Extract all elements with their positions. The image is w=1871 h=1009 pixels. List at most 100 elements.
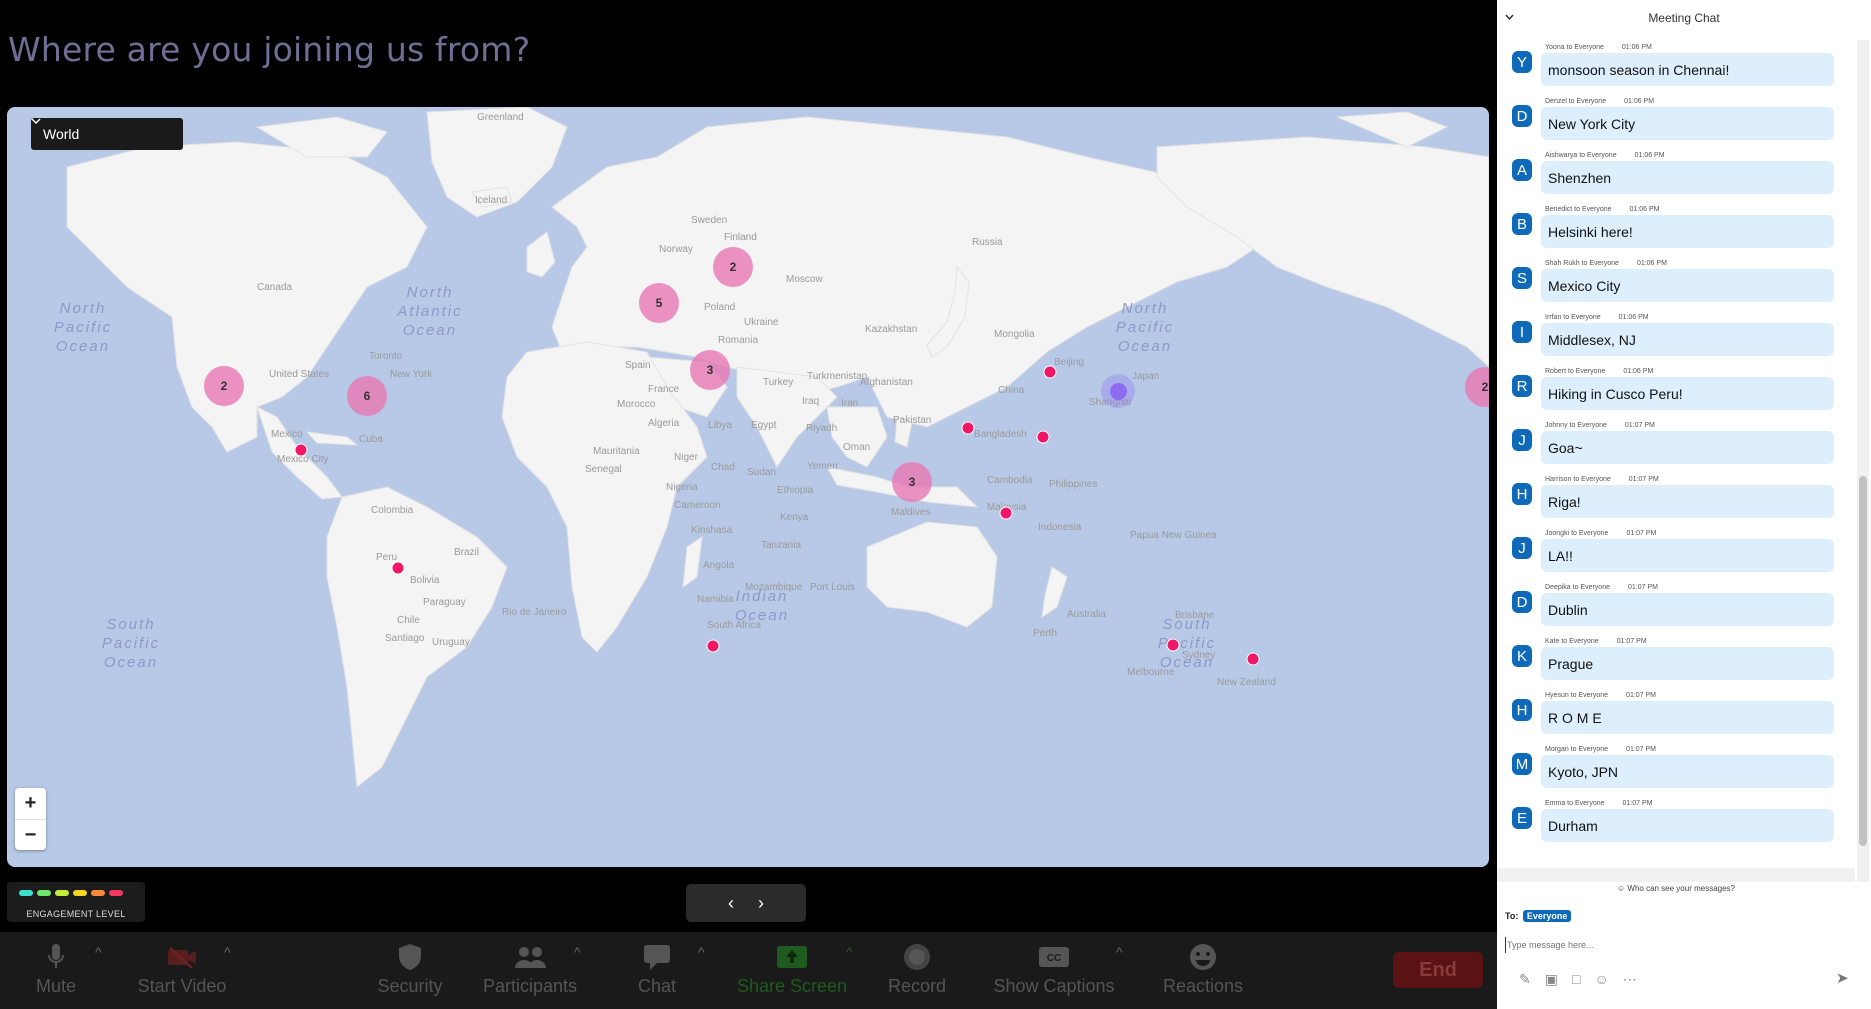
- map-cluster[interactable]: 3: [690, 350, 730, 390]
- mute-button[interactable]: Mute: [28, 940, 84, 997]
- map-pin[interactable]: [391, 561, 405, 575]
- chat-message-list[interactable]: Y Yoona to Everyone 01:06 PM monsoon season…: [1497, 40, 1855, 876]
- chat-options-caret[interactable]: ^: [698, 944, 705, 960]
- place-label: Uruguay: [432, 637, 470, 648]
- map-pin[interactable]: [1246, 652, 1260, 666]
- mute-options-caret[interactable]: ^: [95, 944, 102, 960]
- chat-scrollbar[interactable]: [1857, 40, 1869, 882]
- engagement-level: ENGAGEMENT LEVEL: [7, 882, 145, 922]
- place-label: Perth: [1033, 628, 1057, 639]
- chat-message: M Morgan to Everyone 01:07 PM Kyoto, JPN: [1497, 742, 1855, 796]
- message-time: 01:06 PM: [1629, 206, 1660, 213]
- zoom-in-button[interactable]: +: [15, 788, 46, 819]
- place-label: Mozambique: [745, 582, 803, 593]
- zoom-out-button[interactable]: −: [15, 819, 46, 851]
- place-label: Iran: [841, 398, 859, 409]
- message-text[interactable]: Hiking in Cusco Peru!: [1541, 377, 1834, 410]
- map-pin[interactable]: [1166, 638, 1180, 652]
- message-text[interactable]: New York City: [1541, 107, 1834, 140]
- who-can-see-link[interactable]: ☺ Who can see your messages?: [1497, 884, 1855, 893]
- message-text[interactable]: Mexico City: [1541, 269, 1834, 302]
- message-text[interactable]: Helsinki here!: [1541, 215, 1834, 248]
- map-pin[interactable]: [1043, 365, 1057, 379]
- message-text[interactable]: LA!!: [1541, 539, 1834, 572]
- place-label: Egypt: [751, 420, 777, 431]
- more-icon[interactable]: ⋯: [1623, 971, 1637, 988]
- place-label: Santiago: [385, 633, 425, 644]
- next-slide-button[interactable]: ›: [758, 893, 764, 914]
- share-screen-button[interactable]: Share Screen: [732, 940, 852, 997]
- file-icon[interactable]: □: [1572, 971, 1580, 988]
- engagement-bar: [37, 890, 51, 896]
- previous-slide-button[interactable]: ‹: [728, 893, 734, 914]
- chat-message: A Aishwarya to Everyone 01:06 PM Shenzhen: [1497, 148, 1855, 202]
- send-icon[interactable]: ➤: [1836, 969, 1849, 987]
- participants-button[interactable]: Participants: [474, 940, 586, 997]
- place-label: Senegal: [585, 464, 622, 475]
- avatar: H: [1512, 483, 1532, 505]
- map-cluster[interactable]: 3: [892, 462, 932, 502]
- message-time: 01:06 PM: [1624, 98, 1655, 105]
- world-map[interactable]: World North Pacific Ocean North Atlantic…: [7, 107, 1489, 867]
- engagement-bar: [91, 890, 105, 896]
- message-text[interactable]: Kyoto, JPN: [1541, 755, 1834, 788]
- format-icon[interactable]: ✎: [1519, 971, 1531, 988]
- chat-horizontal-scrollbar[interactable]: [1497, 868, 1855, 882]
- place-label: Mongolia: [994, 329, 1035, 340]
- map-pin[interactable]: [999, 506, 1013, 520]
- region-select[interactable]: World: [31, 118, 183, 150]
- place-label: Iraq: [802, 396, 820, 407]
- message-text[interactable]: R O M E: [1541, 701, 1834, 734]
- message-sender: Morgan to Everyone: [1545, 746, 1609, 753]
- recipient-select[interactable]: Everyone: [1522, 910, 1572, 922]
- captions-options-caret[interactable]: ^: [1116, 944, 1123, 960]
- chat-message: I Irrfan to Everyone 01:06 PM Middlesex, NJ: [1497, 310, 1855, 364]
- map-cluster[interactable]: 2: [204, 366, 244, 406]
- message-text[interactable]: Shenzhen: [1541, 161, 1834, 194]
- recipient-row: To: Everyone: [1505, 910, 1572, 922]
- map-cluster[interactable]: 5: [639, 283, 679, 323]
- message-text[interactable]: Prague: [1541, 647, 1834, 680]
- chat-scrollbar-thumb[interactable]: [1859, 476, 1867, 846]
- message-sender: Hyesun to Everyone: [1545, 692, 1609, 699]
- place-label: Tanzania: [761, 540, 802, 551]
- chat-button[interactable]: Chat: [632, 940, 682, 997]
- message-text[interactable]: Goa~: [1541, 431, 1834, 464]
- record-button[interactable]: Record: [884, 940, 950, 997]
- end-meeting-button[interactable]: End: [1393, 952, 1483, 988]
- message-text[interactable]: Dublin: [1541, 593, 1834, 626]
- map-cluster[interactable]: 6: [347, 376, 387, 416]
- map-pin[interactable]: [294, 443, 308, 457]
- screenshot-icon[interactable]: ▣: [1545, 971, 1558, 988]
- place-label: Mauritania: [593, 446, 640, 457]
- message-text[interactable]: Riga!: [1541, 485, 1834, 518]
- map-pin[interactable]: [961, 421, 975, 435]
- show-captions-button[interactable]: CC Show Captions: [988, 940, 1120, 997]
- place-label: Chile: [397, 615, 420, 626]
- start-video-button[interactable]: Start Video: [130, 940, 234, 997]
- person-icon: ☺: [1616, 884, 1626, 893]
- place-label: Kinshasa: [691, 525, 733, 536]
- message-time: 01:07 PM: [1626, 530, 1657, 537]
- message-text[interactable]: monsoon season in Chennai!: [1541, 53, 1834, 86]
- place-label: Mexico: [271, 429, 303, 440]
- map-pin[interactable]: [706, 639, 720, 653]
- map-pin[interactable]: [1036, 430, 1050, 444]
- place-label: Philippines: [1049, 479, 1098, 490]
- map-cluster[interactable]: 2: [713, 247, 753, 287]
- place-label: Kenya: [780, 512, 809, 523]
- reactions-button[interactable]: Reactions: [1158, 940, 1248, 997]
- chat-message-input[interactable]: [1505, 937, 1837, 953]
- security-button[interactable]: Security: [372, 940, 448, 997]
- current-location-marker[interactable]: [1101, 374, 1135, 408]
- place-label: France: [648, 384, 680, 395]
- message-text[interactable]: Middlesex, NJ: [1541, 323, 1834, 356]
- engagement-bar: [73, 890, 87, 896]
- emoji-icon[interactable]: ☺: [1594, 971, 1608, 988]
- participants-options-caret[interactable]: ^: [574, 944, 581, 960]
- share-options-caret[interactable]: ^: [846, 944, 853, 960]
- message-text[interactable]: Durham: [1541, 809, 1834, 842]
- engagement-label: ENGAGEMENT LEVEL: [26, 909, 126, 919]
- video-options-caret[interactable]: ^: [224, 944, 231, 960]
- message-sender: Harrison to Everyone: [1545, 476, 1611, 483]
